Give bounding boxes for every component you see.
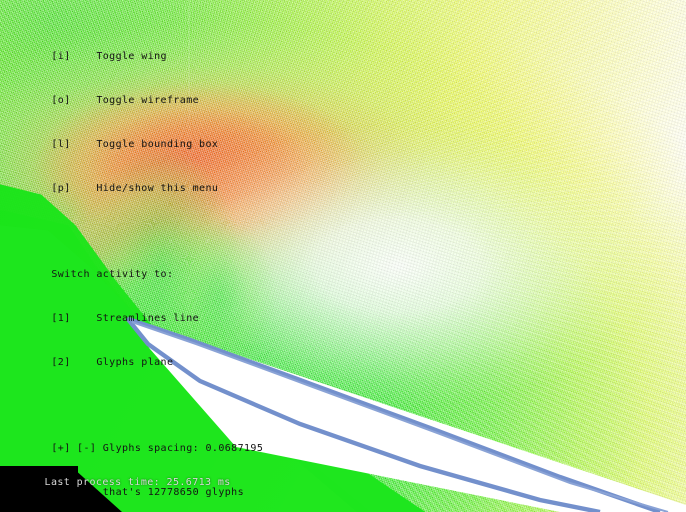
menu-label-toggle-wing: Toggle wing — [96, 51, 167, 62]
menu-item-glyphs-plane[interactable]: [2] Glyphs plane — [0, 346, 263, 368]
menu-item-toggle-wing[interactable]: [i] Toggle wing — [0, 40, 263, 62]
keyboard-menu[interactable]: [i] Toggle wing [o] Toggle wireframe [l]… — [0, 7, 263, 512]
menu-key-o: [o] — [51, 95, 71, 106]
menu-heading-switch-activity: Switch activity to: — [0, 258, 263, 280]
menu-key-l: [l] — [51, 139, 71, 150]
menu-value-glyphs-spacing: 0.0687195 — [205, 443, 264, 454]
menu-spacer-2 — [0, 390, 263, 399]
menu-spacer-1 — [0, 216, 263, 225]
menu-item-streamlines-line[interactable]: [1] Streamlines line — [0, 302, 263, 324]
menu-key-p: [p] — [51, 183, 71, 194]
menu-label-toggle-wireframe: Toggle wireframe — [96, 95, 200, 106]
status-bar-text: Last process time: 25.6713 ms — [44, 477, 231, 488]
menu-label-glyphs-plane: Glyphs plane — [96, 357, 174, 368]
menu-label-streamlines-line: Streamlines line — [96, 313, 200, 324]
menu-key-2: [2] — [51, 357, 71, 368]
application-window: [i] Toggle wing [o] Toggle wireframe [l]… — [0, 0, 686, 512]
menu-item-toggle-wireframe[interactable]: [o] Toggle wireframe — [0, 84, 263, 106]
menu-label-toggle-bounding-box: Toggle bounding box — [96, 139, 219, 150]
menu-item-glyphs-spacing[interactable]: [+] [-] Glyphs spacing: 0.0687195 — [0, 432, 263, 454]
menu-label-glyphs-spacing: Glyphs spacing: — [102, 443, 200, 454]
status-bar: Last process time: 25.6713 ms — [6, 466, 231, 499]
menu-key-1: [1] — [51, 313, 71, 324]
menu-label-hide-show-menu: Hide/show this menu — [96, 183, 219, 194]
menu-item-hide-show-menu[interactable]: [p] Hide/show this menu — [0, 172, 263, 194]
menu-key-plus-minus: [+] [-] — [51, 443, 97, 454]
menu-heading-switch-activity-label: Switch activity to: — [51, 269, 174, 280]
menu-item-toggle-bounding-box[interactable]: [l] Toggle bounding box — [0, 128, 263, 150]
menu-key-i: [i] — [51, 51, 71, 62]
